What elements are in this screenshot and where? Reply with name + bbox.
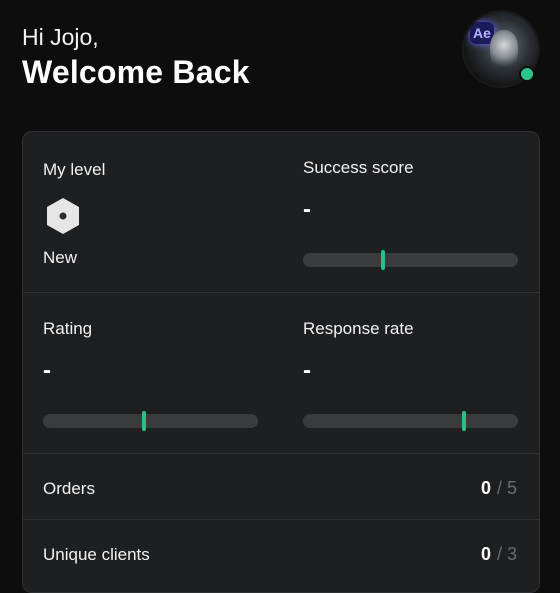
unique-clients-total: / 3 [496, 544, 517, 564]
unique-clients-count: 0/ 3 [481, 544, 517, 565]
my-level-label: My level [43, 160, 106, 179]
orders-label: Orders [43, 479, 95, 498]
hexagon-level-icon [47, 198, 79, 234]
response-rate-bar [303, 411, 518, 431]
stats-card: My level New Success score - Rating - Re… [22, 131, 540, 593]
success-score-label: Success score [303, 158, 414, 177]
unique-clients-label: Unique clients [43, 545, 150, 564]
orders-value: 0 [480, 478, 491, 498]
unique-clients-row[interactable]: Unique clients 0/ 3 [23, 519, 539, 592]
page-title: Welcome Back [22, 54, 250, 90]
stats-row-rating-response: Rating - Response rate - [23, 292, 539, 454]
rating-bar [43, 411, 258, 431]
response-rate-value: - [303, 357, 311, 384]
stats-row-level-success: My level New Success score - [23, 132, 539, 292]
orders-count: 0/ 5 [481, 478, 517, 499]
rating-marker [142, 411, 147, 431]
rating-label: Rating [43, 319, 93, 338]
greeting-text: Hi Jojo, [22, 24, 99, 50]
response-rate-marker [462, 411, 467, 431]
profile-face [490, 30, 518, 68]
orders-row[interactable]: Orders 0/ 5 [23, 453, 539, 520]
response-rate-label: Response rate [303, 319, 414, 338]
rating-value: - [43, 357, 51, 384]
online-status-icon [519, 66, 535, 82]
success-score-bar [303, 250, 518, 270]
unique-clients-value: 0 [480, 544, 491, 564]
orders-total: / 5 [496, 478, 517, 498]
success-score-value: - [303, 196, 311, 223]
my-level-value: New [43, 248, 78, 267]
success-score-marker [380, 250, 385, 270]
